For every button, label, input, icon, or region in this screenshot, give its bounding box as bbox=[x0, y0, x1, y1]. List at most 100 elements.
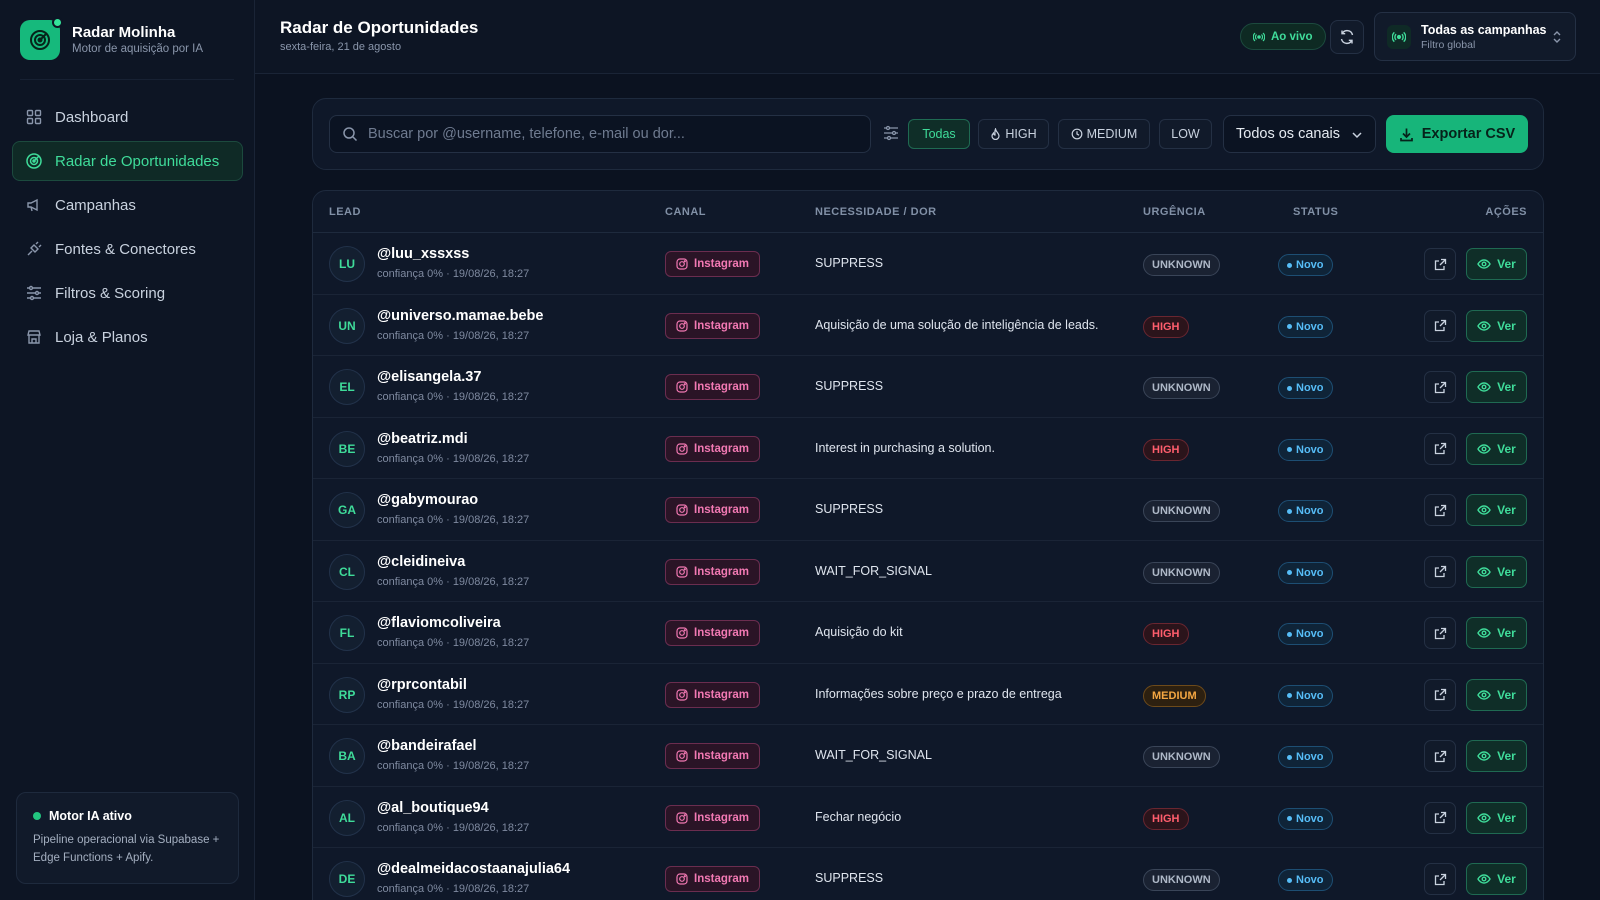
table-row[interactable]: BE @beatriz.mdi confiança 0% · 19/08/26,… bbox=[313, 418, 1543, 479]
status-badge: Novo bbox=[1278, 684, 1333, 707]
avatar: DE bbox=[329, 861, 365, 897]
lead-handle[interactable]: @al_boutique94 bbox=[377, 800, 489, 816]
view-label: Ver bbox=[1497, 810, 1516, 825]
status-badge: Novo bbox=[1278, 315, 1333, 338]
open-external-button[interactable] bbox=[1424, 617, 1456, 649]
avatar: BE bbox=[329, 430, 365, 467]
avatar: GA bbox=[329, 492, 365, 528]
lead-handle[interactable]: @rprcontabil bbox=[377, 677, 467, 693]
open-external-button[interactable] bbox=[1424, 432, 1456, 465]
status-badge: Novo bbox=[1278, 807, 1333, 830]
channel-select[interactable]: Todos os canais bbox=[1223, 115, 1376, 153]
channel-label: Instagram bbox=[694, 750, 749, 762]
table-row[interactable]: CL @cleidineiva confiança 0% · 19/08/26,… bbox=[313, 541, 1543, 602]
status-dot bbox=[1287, 570, 1292, 575]
filter-chip-all[interactable]: Todas bbox=[908, 119, 970, 149]
status-dot bbox=[1287, 816, 1292, 821]
open-external-button[interactable] bbox=[1424, 494, 1456, 526]
view-label: Ver bbox=[1497, 626, 1516, 640]
view-button[interactable]: Ver bbox=[1466, 863, 1527, 895]
open-external-button[interactable] bbox=[1424, 740, 1456, 772]
sidebar-item-fontes[interactable]: Fontes & Conectores bbox=[12, 229, 243, 269]
table-row[interactable]: RP @rprcontabil confiança 0% · 19/08/26,… bbox=[313, 664, 1543, 725]
avatar: LU bbox=[329, 246, 365, 282]
lead-handle[interactable]: @dealmeidacostaanajulia64 bbox=[377, 861, 570, 877]
sidebar-item-filtros[interactable]: Filtros & Scoring bbox=[12, 273, 243, 313]
view-button[interactable]: Ver bbox=[1466, 740, 1527, 772]
view-button[interactable]: Ver bbox=[1466, 248, 1527, 280]
lead-handle[interactable]: @cleidineiva bbox=[377, 554, 465, 570]
sidebar-item-loja[interactable]: Loja & Planos bbox=[12, 317, 243, 357]
eye-icon bbox=[1477, 259, 1491, 269]
table-row[interactable]: AL @al_boutique94 confiança 0% · 19/08/2… bbox=[313, 787, 1543, 848]
channel-select-value: Todos os canais bbox=[1236, 126, 1340, 142]
view-label: Ver bbox=[1497, 441, 1516, 456]
sidebar-divider bbox=[20, 79, 234, 80]
table-row[interactable]: LU @luu_xssxss confiança 0% · 19/08/26, … bbox=[313, 233, 1543, 295]
search-box[interactable] bbox=[329, 115, 871, 153]
sidebar-item-campanhas[interactable]: Campanhas bbox=[12, 185, 243, 225]
table-row[interactable]: EL @elisangela.37 confiança 0% · 19/08/2… bbox=[313, 356, 1543, 418]
view-button[interactable]: Ver bbox=[1466, 801, 1527, 834]
open-external-button[interactable] bbox=[1424, 801, 1456, 834]
view-button[interactable]: Ver bbox=[1466, 309, 1527, 342]
lead-handle[interactable]: @flaviomcoliveira bbox=[377, 615, 501, 631]
avatar: EL bbox=[329, 369, 365, 405]
open-external-button[interactable] bbox=[1424, 678, 1456, 711]
avatar: CL bbox=[329, 553, 365, 590]
view-button[interactable]: Ver bbox=[1466, 371, 1527, 403]
table-row[interactable]: DE @dealmeidacostaanajulia64 confiança 0… bbox=[313, 848, 1543, 900]
filter-chip-label: Todas bbox=[922, 127, 956, 141]
table-row[interactable]: GA @gabymourao confiança 0% · 19/08/26, … bbox=[313, 479, 1543, 541]
view-button[interactable]: Ver bbox=[1466, 494, 1527, 526]
export-csv-button[interactable]: Exportar CSV bbox=[1386, 115, 1528, 153]
lead-meta: confiança 0% · 19/08/26, 18:27 bbox=[377, 637, 530, 649]
open-external-button[interactable] bbox=[1424, 248, 1456, 280]
status-dot bbox=[1287, 508, 1292, 514]
lead-handle[interactable]: @elisangela.37 bbox=[377, 369, 481, 385]
lead-handle[interactable]: @bandeirafael bbox=[377, 738, 477, 754]
view-button[interactable]: Ver bbox=[1466, 678, 1527, 711]
view-button[interactable]: Ver bbox=[1466, 432, 1527, 465]
external-link-icon bbox=[1434, 565, 1446, 578]
sidebar-item-dashboard[interactable]: Dashboard bbox=[12, 97, 243, 137]
refresh-button[interactable] bbox=[1330, 20, 1364, 54]
table-row[interactable]: FL @flaviomcoliveira confiança 0% · 19/0… bbox=[313, 602, 1543, 664]
lead-meta: confiança 0% · 19/08/26, 18:27 bbox=[377, 514, 530, 526]
filter-chip-high[interactable]: HIGH bbox=[978, 119, 1049, 149]
lead-handle[interactable]: @luu_xssxss bbox=[377, 246, 469, 262]
search-input[interactable] bbox=[368, 126, 848, 142]
instagram-icon bbox=[676, 627, 688, 639]
view-button[interactable]: Ver bbox=[1466, 617, 1527, 649]
channel-badge: Instagram bbox=[665, 866, 760, 892]
status-dot bbox=[1287, 631, 1292, 637]
brand-name: Radar Molinha bbox=[72, 23, 176, 41]
lead-handle[interactable]: @gabymourao bbox=[377, 492, 478, 508]
open-external-button[interactable] bbox=[1424, 555, 1456, 588]
instagram-icon bbox=[676, 750, 688, 762]
sidebar-item-radar[interactable]: Radar de Oportunidades bbox=[12, 141, 243, 181]
lead-handle[interactable]: @universo.mamae.bebe bbox=[377, 308, 543, 324]
campaign-filter-select[interactable]: Todas as campanhas Filtro global bbox=[1374, 12, 1576, 61]
clock-icon bbox=[1071, 128, 1083, 140]
external-link-icon bbox=[1434, 258, 1446, 270]
instagram-icon bbox=[676, 565, 688, 578]
status-badge: Novo bbox=[1278, 500, 1333, 522]
filter-chip-low[interactable]: LOW bbox=[1159, 119, 1212, 149]
sidebar: Radar Molinha Motor de aquisição por IA … bbox=[0, 0, 255, 900]
open-external-button[interactable] bbox=[1424, 309, 1456, 342]
open-external-button[interactable] bbox=[1424, 863, 1456, 895]
channel-badge: Instagram bbox=[665, 497, 760, 523]
filter-chip-medium[interactable]: MEDIUM bbox=[1058, 119, 1150, 149]
table-row[interactable]: UN @universo.mamae.bebe confiança 0% · 1… bbox=[313, 295, 1543, 356]
table-row[interactable]: BA @bandeirafael confiança 0% · 19/08/26… bbox=[313, 725, 1543, 787]
open-external-button[interactable] bbox=[1424, 371, 1456, 403]
eye-icon bbox=[1477, 566, 1491, 577]
brand[interactable]: Radar Molinha Motor de aquisição por IA bbox=[20, 17, 203, 61]
live-label: Ao vivo bbox=[1271, 30, 1313, 43]
view-button[interactable]: Ver bbox=[1466, 555, 1527, 588]
instagram-icon bbox=[676, 504, 688, 516]
lead-handle[interactable]: @beatriz.mdi bbox=[377, 431, 468, 447]
instagram-icon bbox=[676, 688, 688, 701]
column-header-canal: CANAL bbox=[665, 206, 706, 218]
